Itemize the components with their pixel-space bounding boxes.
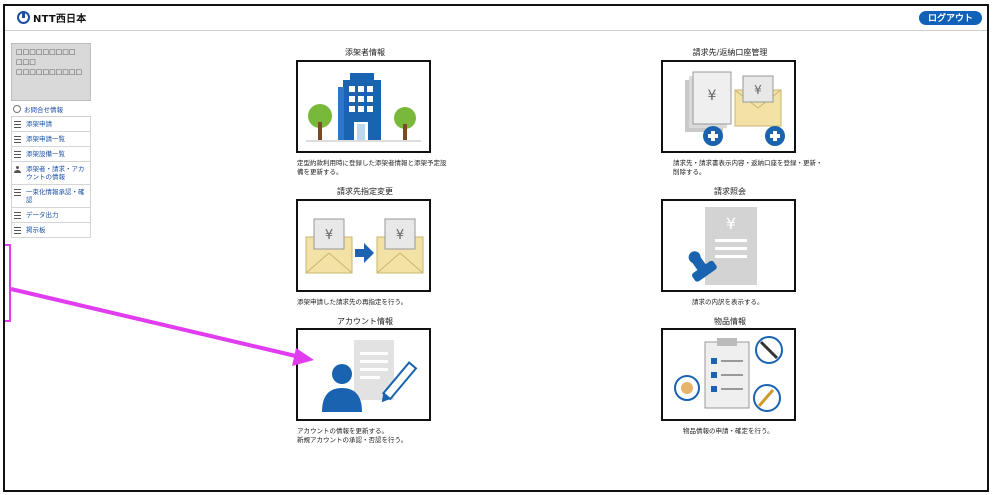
sidebar-item-label: 添架申請一覧 (26, 135, 65, 143)
card-billing-change[interactable]: ¥ ¥ (296, 199, 431, 292)
logo-text: NTT西日本 (33, 14, 87, 25)
user-company: □□□□□□□□□ (16, 48, 76, 56)
sidebar-item-tenka-setsubi-list[interactable]: 添架設備一覧 (11, 147, 91, 162)
sidebar-item-tenka-shinsei-list[interactable]: 添架申請一覧 (11, 132, 91, 147)
card-desc-tenka-info: 定型約款利用時に登録した添架者情報と添架予定設備を更新する。 (297, 159, 447, 176)
list-icon (14, 189, 21, 196)
gear-icon (13, 104, 21, 113)
user-name: □□□ (16, 58, 36, 66)
ntt-logo-icon (17, 11, 30, 24)
svg-text:¥: ¥ (396, 228, 404, 243)
card-desc-billing-inquiry: 請求の内訳を表示する。 (692, 298, 764, 306)
card-title-billing-account: 請求先/返納口座管理 (692, 48, 768, 57)
sidebar-item-bundle-approval[interactable]: 一束化情報承認・確認 (11, 185, 91, 208)
card-title-tenka-info: 添架者情報 (345, 48, 385, 57)
annotation-bracket (5, 244, 11, 322)
card-title-account-info: アカウント情報 (337, 317, 393, 326)
sidebar-item-label: 添架設備一覧 (26, 150, 65, 158)
sidebar: □□□□□□□□□ □□□ □□□□□□□□□□ お問合せ情報 添架申請 添架申… (11, 43, 91, 238)
inquiry-label: お問合せ情報 (24, 105, 63, 114)
logout-button[interactable]: ログアウト (918, 11, 982, 25)
list-icon (14, 212, 21, 219)
account-edit-icon (322, 340, 418, 412)
svg-text:¥: ¥ (726, 214, 736, 233)
sidebar-item-data-export[interactable]: データ出力 (11, 208, 91, 223)
list-icon (14, 151, 21, 158)
person-icon (14, 166, 21, 173)
list-icon (14, 227, 21, 234)
user-id: □□□□□□□□□□ (16, 68, 83, 76)
browser-frame: NTT西日本 ログアウト □□□□□□□□□ □□□ □□□□□□□□□□ お問… (3, 4, 989, 492)
svg-text:¥: ¥ (754, 83, 762, 97)
sidebar-item-label: 添架申請 (26, 120, 52, 128)
sidebar-item-label: 添架者・請求・アカウントの情報 (26, 165, 85, 181)
list-icon (14, 121, 21, 128)
card-account-info[interactable] (296, 328, 431, 421)
documents-add-icon: ¥ ¥ (685, 71, 785, 146)
sidebar-item-label: 一束化情報承認・確認 (26, 188, 85, 204)
user-info-box: □□□□□□□□□ □□□ □□□□□□□□□□ (11, 43, 91, 101)
card-title-billing-change: 請求先指定変更 (337, 187, 393, 196)
card-billing-inquiry[interactable]: ¥ (661, 199, 796, 292)
card-equipment-info[interactable] (661, 328, 796, 421)
card-tenka-info[interactable] (296, 60, 431, 153)
card-desc-billing-change: 添架申請した請求先の再指定を行う。 (297, 298, 408, 306)
svg-text:¥: ¥ (325, 228, 333, 243)
sidebar-item-account-info[interactable]: 添架者・請求・アカウントの情報 (11, 162, 91, 185)
building-icon (306, 73, 421, 142)
inquiry-link[interactable]: お問合せ情報 (11, 101, 91, 116)
card-title-equipment-info: 物品情報 (714, 317, 746, 326)
card-title-billing-inquiry: 請求照会 (714, 187, 746, 196)
equipment-checklist-icon (674, 336, 783, 412)
list-icon (14, 136, 21, 143)
top-bar: NTT西日本 ログアウト (5, 6, 987, 31)
sidebar-item-bulletin[interactable]: 掲示板 (11, 223, 91, 238)
company-logo[interactable]: NTT西日本 (17, 10, 86, 25)
invoice-stamp-icon: ¥ (688, 207, 757, 285)
envelope-transfer-icon: ¥ ¥ (305, 218, 424, 274)
card-desc-account-info: アカウントの情報を更新する。 新規アカウントの承認・否認を行う。 (297, 427, 408, 444)
card-billing-account[interactable]: ¥ ¥ (661, 60, 796, 153)
sidebar-item-tenka-shinsei[interactable]: 添架申請 (11, 117, 91, 132)
sidebar-item-label: 掲示板 (26, 226, 46, 234)
sidebar-item-label: データ出力 (26, 211, 59, 219)
svg-text:¥: ¥ (708, 88, 717, 104)
sidebar-nav: 添架申請 添架申請一覧 添架設備一覧 添架者・請求・アカウントの情報 一束化情報… (11, 116, 91, 238)
card-desc-billing-account: 請求先・請求書表示内容・返納口座を登録・更新・削除する。 (673, 159, 823, 176)
card-desc-equipment-info: 物品情報の申請・確定を行う。 (683, 427, 774, 435)
